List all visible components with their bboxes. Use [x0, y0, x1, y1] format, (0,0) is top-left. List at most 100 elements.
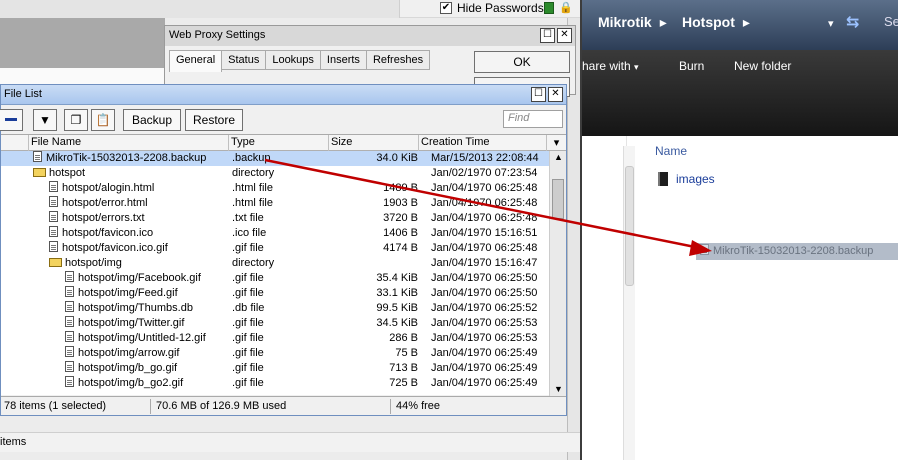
file-icon: [700, 244, 709, 255]
cell-file-name: hotspot/img/arrow.gif: [1, 346, 228, 361]
navigation-scroll-thumb[interactable]: [625, 166, 634, 286]
table-row[interactable]: hotspot/img/Untitled-12.gif .gif file 286 …: [1, 331, 549, 346]
cell-creation-time: Mar/15/2013 22:08:44: [431, 152, 539, 164]
column-menu-icon[interactable]: ▾: [547, 135, 566, 151]
table-row[interactable]: hotspot/alogin.html .html file 1489 B Jan/0…: [1, 181, 549, 196]
cell-size: 713 B: [389, 362, 418, 374]
header-size[interactable]: Size: [329, 135, 419, 151]
find-input[interactable]: Find: [503, 110, 563, 128]
vertical-scrollbar[interactable]: ▲ ▼: [549, 151, 566, 396]
table-row[interactable]: hotspot directory Jan/02/1970 07:23:54: [1, 166, 549, 181]
table-row[interactable]: hotspot/errors.txt .txt file 3720 B Jan/04/…: [1, 211, 549, 226]
table-row[interactable]: MikroTik-15032013-2208.backup .backup 34.0…: [1, 151, 549, 166]
maximize-button[interactable]: ☐: [531, 87, 546, 102]
scroll-thumb[interactable]: [552, 179, 564, 219]
breadcrumb-hotspot[interactable]: Hotspot ▸: [682, 14, 750, 31]
header-type[interactable]: Type: [229, 135, 329, 151]
explorer-window: Mikrotik ▸ Hotspot ▸ ▾ ⇆ Se hare with ▾ Bu…: [580, 0, 898, 460]
maximize-button[interactable]: ☐: [540, 28, 555, 43]
file-icon: [65, 376, 74, 387]
address-bar: Mikrotik ▸ Hotspot ▸ ▾ ⇆ Se: [582, 0, 898, 50]
cell-type: .html file: [232, 182, 273, 194]
file-icon: [65, 361, 74, 372]
cell-type: .txt file: [232, 212, 264, 224]
share-with-menu[interactable]: hare with ▾: [582, 59, 639, 73]
remove-button[interactable]: [0, 109, 23, 131]
paste-icon[interactable]: 📋: [91, 109, 115, 131]
cell-size: 35.4 KiB: [376, 272, 418, 284]
cell-file-name: hotspot/img/Thumbs.db: [1, 301, 228, 316]
close-button[interactable]: ✕: [548, 87, 563, 102]
cell-file-name: hotspot/img/Twitter.gif: [1, 316, 228, 331]
filter-icon[interactable]: ▼: [33, 109, 57, 131]
file-list-window: File List ☐ ✕ ▼ ❐ 📋 Backup Restore Find …: [0, 84, 567, 416]
hide-passwords-checkbox[interactable]: ✔: [440, 2, 452, 14]
cell-size: 1489 B: [383, 182, 418, 194]
status-disk-usage: 70.6 MB of 126.9 MB used: [153, 399, 391, 414]
web-proxy-title-bar[interactable]: Web Proxy Settings ☐ ✕: [165, 26, 575, 46]
cell-size: [328, 256, 418, 271]
copy-icon[interactable]: ❐: [64, 109, 88, 131]
new-folder-button[interactable]: New folder: [734, 59, 791, 73]
top-toolbar-left: [0, 0, 400, 18]
table-row[interactable]: hotspot/img/Feed.gif .gif file 33.1 KiB Jan…: [1, 286, 549, 301]
file-name-text: hotspot/img/b_go.gif: [78, 362, 178, 374]
cell-size: 34.5 KiB: [376, 317, 418, 329]
folder-icon: [658, 172, 668, 186]
column-header-name[interactable]: Name: [655, 144, 687, 158]
header-spacer: [1, 135, 29, 151]
file-icon: [65, 271, 74, 282]
file-icon: [49, 181, 58, 192]
search-box-partial[interactable]: Se: [884, 14, 898, 29]
tab-refreshes[interactable]: Refreshes: [366, 50, 431, 70]
breadcrumb-mikrotik[interactable]: Mikrotik ▸: [598, 14, 667, 31]
table-row[interactable]: hotspot/img/b_go.gif .gif file 713 B Jan/04…: [1, 361, 549, 376]
burn-button[interactable]: Burn: [679, 59, 704, 73]
cell-creation-time: Jan/04/1970 15:16:47: [431, 257, 538, 269]
status-green-icon: [544, 2, 554, 14]
header-file-name[interactable]: File Name: [29, 135, 229, 151]
file-name-text: hotspot: [49, 167, 86, 179]
table-row[interactable]: hotspot/error.html .html file 1903 B Jan/04…: [1, 196, 549, 211]
restore-button[interactable]: Restore: [185, 109, 243, 131]
tab-general[interactable]: General: [169, 50, 223, 72]
cell-size: 75 B: [395, 347, 418, 359]
address-dropdown-icon[interactable]: ▾: [828, 17, 834, 30]
table-row[interactable]: hotspot/img/arrow.gif .gif file 75 B Jan/04…: [1, 346, 549, 361]
file-name-text: hotspot/img: [65, 257, 122, 269]
file-icon: [65, 301, 74, 312]
scroll-up-icon[interactable]: ▲: [554, 152, 563, 162]
table-row[interactable]: hotspot/img directory Jan/04/1970 15:16:47: [1, 256, 549, 271]
main-status-text: items: [0, 436, 27, 448]
table-row[interactable]: hotspot/img/Thumbs.db .db file 99.5 KiB Jan…: [1, 301, 549, 316]
tab-status[interactable]: Status: [222, 50, 267, 70]
close-button[interactable]: ✕: [557, 28, 572, 43]
scroll-down-icon[interactable]: ▼: [554, 384, 563, 394]
tab-inserts[interactable]: Inserts: [320, 50, 367, 70]
header-creation-time[interactable]: Creation Time: [419, 135, 547, 151]
cell-creation-time: Jan/04/1970 06:25:48: [431, 197, 538, 209]
cell-size: 33.1 KiB: [376, 287, 418, 299]
file-icon: [49, 226, 58, 237]
file-list-title-bar[interactable]: File List ☐ ✕: [1, 85, 566, 105]
cell-file-name: hotspot/img/Untitled-12.gif: [1, 331, 228, 346]
cell-file-name: hotspot/alogin.html: [1, 181, 228, 196]
cell-file-name: hotspot/img/b_go2.gif: [1, 376, 228, 391]
cell-file-name: hotspot/img: [1, 256, 228, 271]
table-row[interactable]: hotspot/img/Facebook.gif .gif file 35.4 Ki…: [1, 271, 549, 286]
tab-lookups[interactable]: Lookups: [266, 50, 321, 70]
table-row[interactable]: hotspot/img/b_go2.gif .gif file 725 B Jan/0…: [1, 376, 549, 391]
file-icon: [49, 196, 58, 207]
navigation-scrollbar[interactable]: [623, 146, 635, 460]
table-row[interactable]: hotspot/favicon.ico.gif .gif file 4174 B Ja…: [1, 241, 549, 256]
table-row[interactable]: hotspot/img/Twitter.gif .gif file 34.5 KiB…: [1, 316, 549, 331]
backup-button[interactable]: Backup: [123, 109, 181, 131]
refresh-icon[interactable]: ⇆: [846, 12, 859, 32]
table-row[interactable]: hotspot/favicon.ico .ico file 1406 B Jan/04…: [1, 226, 549, 241]
ok-button[interactable]: OK: [474, 51, 570, 73]
file-icon: [65, 331, 74, 342]
status-item-count: 78 items (1 selected): [1, 399, 151, 414]
file-name-text: hotspot/errors.txt: [62, 212, 145, 224]
cell-type: .ico file: [232, 227, 267, 239]
folder-item-images[interactable]: images: [658, 172, 715, 186]
